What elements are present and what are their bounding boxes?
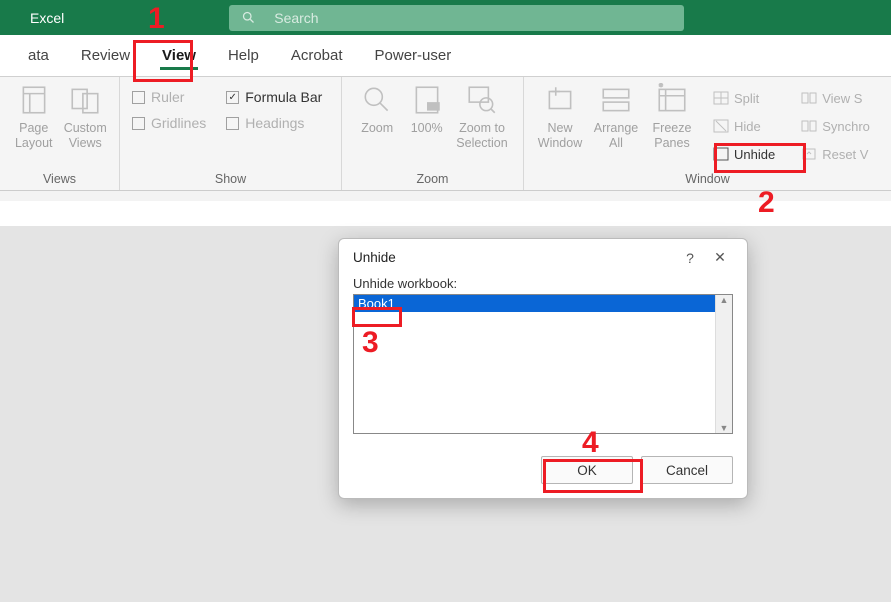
arrange-all-button[interactable]: Arrange All [588,81,644,151]
cancel-button[interactable]: Cancel [641,456,733,484]
synchro-button[interactable]: Synchro [796,114,875,138]
reset-button[interactable]: Reset V [796,142,875,166]
gridlines-checkbox[interactable]: Gridlines [132,115,206,131]
checkbox-icon [226,117,239,130]
ribbon: Page Layout Custom Views Views Ruler Gri… [0,77,891,191]
dialog-label: Unhide workbook: [353,276,733,291]
unhide-icon [713,146,729,162]
tab-acrobat[interactable]: Acrobat [275,37,359,74]
checkbox-icon [132,91,145,104]
hide-button[interactable]: Hide [708,114,780,138]
headings-checkbox[interactable]: Headings [226,115,322,131]
zoom-selection-button[interactable]: Zoom to Selection [449,81,515,151]
search-placeholder: Search [274,10,318,26]
split-icon [713,90,729,106]
view-side-button[interactable]: View S [796,86,875,110]
ok-button[interactable]: OK [541,456,633,484]
tab-help[interactable]: Help [212,37,275,74]
new-window-icon [543,83,577,117]
ruler-checkbox[interactable]: Ruler [132,89,206,105]
workbook-listbox[interactable]: Book1 ▲ ▼ [353,294,733,434]
checkbox-icon: ✓ [226,91,239,104]
freeze-panes-icon: * [655,83,689,117]
unhide-dialog: Unhide ? ✕ Unhide workbook: Book1 ▲ ▼ OK… [338,238,748,499]
group-label-views: Views [0,172,119,190]
zoom-selection-icon [465,83,499,117]
tab-data[interactable]: ata [12,37,65,74]
page-layout-button[interactable]: Page Layout [8,81,60,151]
hide-icon [713,118,729,134]
dialog-titlebar: Unhide ? ✕ [339,239,747,272]
zoom-100-button[interactable]: 100% [404,81,449,136]
title-bar: Excel Search [0,0,891,35]
search-box[interactable]: Search [229,5,684,31]
app-name: Excel [0,10,94,26]
scrollbar[interactable]: ▲ ▼ [715,295,732,433]
group-show: Ruler Gridlines ✓Formula Bar Headings Sh… [120,77,342,190]
group-label-show: Show [120,172,341,190]
split-button[interactable]: Split [708,86,780,110]
zoom-100-icon [410,83,444,117]
dialog-close-button[interactable]: ✕ [705,249,735,266]
group-views: Page Layout Custom Views Views [0,77,120,190]
unhide-button[interactable]: Unhide [708,142,780,166]
tab-poweruser[interactable]: Power-user [359,37,468,74]
scroll-down-icon[interactable]: ▼ [720,423,729,433]
scroll-up-icon[interactable]: ▲ [720,295,729,305]
new-window-button[interactable]: New Window [532,81,588,151]
zoom-icon [360,83,394,117]
group-window: New Window Arrange All * Freeze Panes Sp… [524,77,891,190]
group-label-window: Window [524,172,891,190]
list-item[interactable]: Book1 [354,295,732,312]
search-icon [241,10,256,25]
zoom-button[interactable]: Zoom [350,81,404,136]
group-zoom: Zoom 100% Zoom to Selection Zoom [342,77,524,190]
dialog-help-button[interactable]: ? [675,250,705,266]
arrange-all-icon [599,83,633,117]
synchro-icon [801,118,817,134]
formula-bar-checkbox[interactable]: ✓Formula Bar [226,89,322,105]
dialog-title: Unhide [353,250,675,265]
custom-views-button[interactable]: Custom Views [60,81,112,151]
ribbon-tabs: ata Review View Help Acrobat Power-user [0,35,891,77]
freeze-panes-button[interactable]: * Freeze Panes [644,81,700,151]
tab-review[interactable]: Review [65,37,146,74]
view-side-icon [801,90,817,106]
page-layout-icon [17,83,51,117]
reset-icon [801,146,817,162]
formula-bar-area [0,201,891,227]
custom-views-icon [68,83,102,117]
tab-view[interactable]: View [146,37,212,74]
checkbox-icon [132,117,145,130]
group-label-zoom: Zoom [342,172,523,190]
